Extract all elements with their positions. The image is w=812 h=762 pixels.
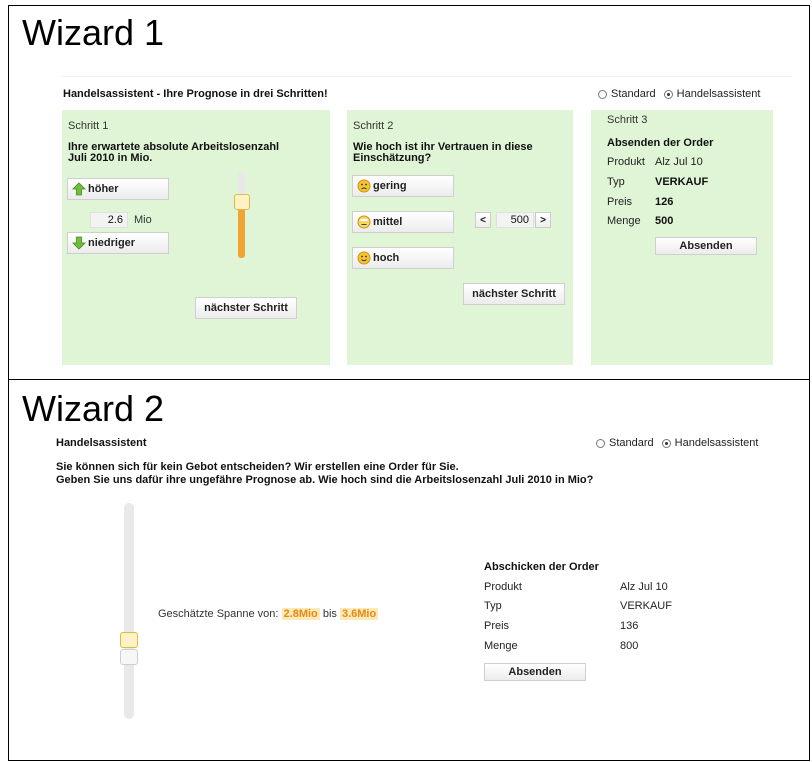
sad-face-icon	[357, 179, 371, 193]
order-value: 126	[655, 196, 674, 208]
order-key: Preis	[484, 620, 510, 632]
order-key: Typ	[484, 600, 502, 612]
step2-label: Schritt 2	[353, 120, 394, 132]
radio-standard[interactable]	[596, 438, 605, 448]
quantity-decrease-button[interactable]: <	[475, 212, 491, 228]
wizard2-mode-switch: Standard Handelsassistent	[596, 437, 766, 449]
order-key: Preis	[607, 196, 633, 208]
step2-question: Wie hoch ist ihr Vertrauen in diese Eins…	[353, 141, 533, 164]
quantity-value[interactable]: 500	[496, 212, 534, 228]
range-text: Geschätzte Spanne von: 2.8Mio bis 3.6Mio	[158, 608, 379, 620]
confidence-low-label: gering	[373, 180, 407, 192]
range-from: 2.8Mio	[281, 608, 320, 620]
order-heading: Abschicken der Order	[484, 561, 599, 573]
radio-handelsassistent[interactable]	[661, 438, 671, 448]
confidence-high-label: hoch	[373, 252, 400, 264]
order-key: Produkt	[607, 156, 645, 168]
forecast-slider-handle[interactable]	[234, 194, 250, 210]
lower-button[interactable]: niedriger	[67, 232, 169, 254]
order-submit-button[interactable]: Absenden	[484, 663, 586, 681]
wizard1-header: Handelsassistent - Ihre Prognose in drei…	[63, 88, 328, 100]
wizard1-mode-switch: Standard Handelsassistent	[598, 88, 768, 100]
order-value: VERKAUF	[655, 176, 709, 188]
step3-heading: Absenden der Order	[607, 137, 714, 149]
range-slider-track[interactable]	[124, 503, 134, 719]
wizard1-divider	[62, 76, 792, 77]
forecast-value[interactable]: 2.6	[90, 212, 128, 228]
neutral-face-icon	[357, 215, 371, 229]
order-key: Menge	[607, 215, 641, 227]
lower-label: niedriger	[88, 237, 136, 249]
radio-standard[interactable]	[598, 89, 607, 99]
step1-label: Schritt 1	[68, 120, 109, 132]
confidence-medium-label: mittel	[373, 216, 403, 228]
wizard2-intro-line1: Sie können sich für kein Gebot entscheid…	[56, 461, 459, 473]
order-value: VERKAUF	[620, 600, 672, 612]
range-between: bis	[322, 608, 337, 620]
step2-next-button[interactable]: nächster Schritt	[463, 283, 565, 305]
order-value: 800	[620, 640, 639, 652]
range-slider-lower-handle[interactable]	[120, 649, 138, 665]
order-value: 500	[655, 215, 674, 227]
step1-question: Ihre erwartete absolute Arbeitslosenzahl…	[68, 141, 280, 164]
range-slider-upper-handle[interactable]	[120, 632, 138, 648]
step1-next-button[interactable]: nächster Schritt	[195, 297, 297, 319]
range-to: 3.6Mio	[339, 608, 379, 620]
wizard2-header: Handelsassistent	[56, 437, 147, 449]
confidence-medium-button[interactable]: mittel	[352, 211, 454, 233]
wizard2-intro-line2: Geben Sie uns dafür ihre ungefähre Progn…	[56, 474, 594, 486]
confidence-low-button[interactable]: gering	[352, 175, 454, 197]
step3-label: Schritt 3	[607, 114, 648, 126]
higher-label: höher	[88, 183, 119, 195]
range-label: Geschätzte Spanne von:	[158, 608, 279, 620]
confidence-high-button[interactable]: hoch	[352, 247, 454, 269]
wizard2-title: Wizard 2	[22, 388, 165, 429]
happy-face-icon	[357, 251, 371, 265]
order-value: 136	[620, 620, 639, 632]
radio-handelsassistent[interactable]	[663, 89, 673, 99]
higher-button[interactable]: höher	[67, 178, 169, 200]
arrow-up-icon	[72, 182, 86, 196]
radio-handelsassistent-label: Handelsassistent	[676, 88, 761, 100]
quantity-increase-button[interactable]: >	[535, 212, 551, 228]
arrow-down-icon	[72, 236, 86, 250]
radio-standard-label: Standard	[609, 437, 654, 449]
radio-standard-label: Standard	[611, 88, 656, 100]
radio-handelsassistent-label: Handelsassistent	[674, 437, 759, 449]
order-value: Alz Jul 10	[620, 581, 668, 593]
order-key: Produkt	[484, 581, 522, 593]
wizard1-title: Wizard 1	[22, 12, 165, 53]
order-key: Menge	[484, 640, 518, 652]
step3-submit-button[interactable]: Absenden	[655, 237, 757, 255]
order-key: Typ	[607, 176, 625, 188]
order-value: Alz Jul 10	[655, 156, 703, 168]
forecast-unit: Mio	[134, 214, 152, 226]
